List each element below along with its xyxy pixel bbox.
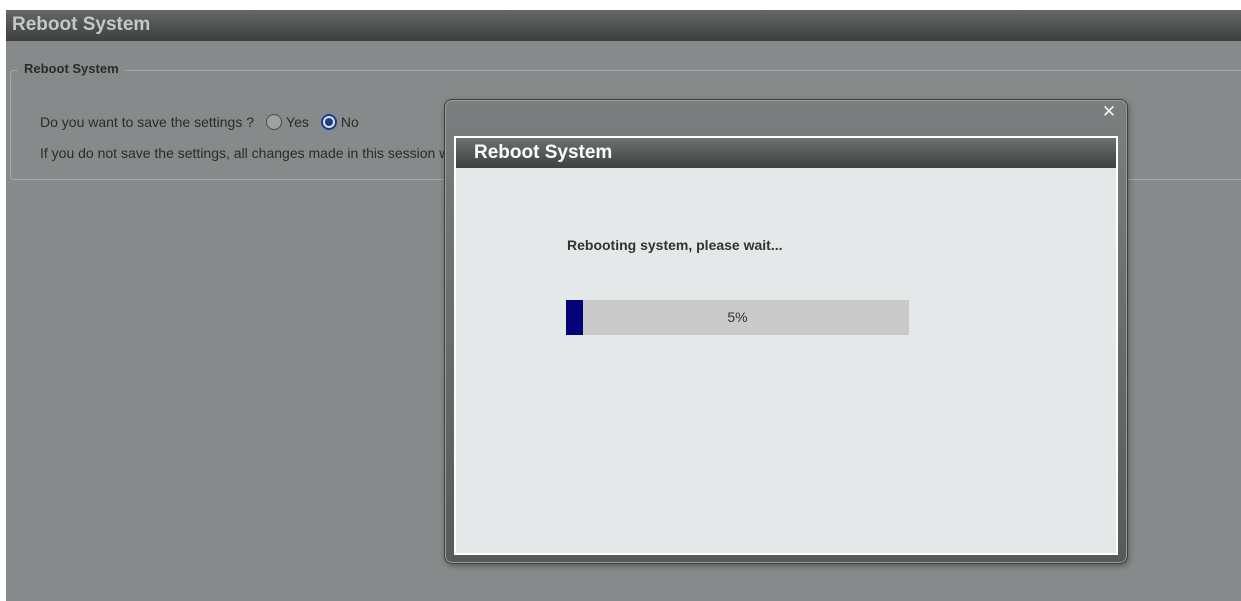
reboot-page: Reboot System Reboot System Do you want … [6, 10, 1241, 601]
reboot-dialog: ✕ Reboot System Rebooting system, please… [444, 99, 1128, 564]
dialog-header: Reboot System [456, 138, 1116, 168]
radio-option-no[interactable]: No [320, 114, 359, 130]
page-header: Reboot System [6, 10, 1241, 41]
radio-option-yes[interactable]: Yes [266, 114, 309, 130]
reboot-progress-bar: 5% [566, 300, 909, 335]
dialog-title: Reboot System [474, 142, 613, 163]
dialog-body: Reboot System Rebooting system, please w… [454, 136, 1118, 555]
reboot-status-text: Rebooting system, please wait... [567, 237, 783, 253]
save-settings-question: Do you want to save the settings ? [40, 114, 255, 130]
radio-yes-label: Yes [286, 114, 309, 130]
radio-yes[interactable] [266, 114, 283, 130]
radio-no-label: No [340, 114, 359, 130]
page-title: Reboot System [12, 14, 151, 35]
section-legend: Reboot System [18, 61, 125, 76]
save-settings-row: Do you want to save the settings ? Yes N… [40, 112, 371, 132]
progress-label: 5% [727, 309, 748, 325]
close-icon[interactable]: ✕ [1101, 103, 1117, 120]
save-settings-note: If you do not save the settings, all cha… [40, 145, 508, 161]
radio-no[interactable] [320, 114, 337, 130]
